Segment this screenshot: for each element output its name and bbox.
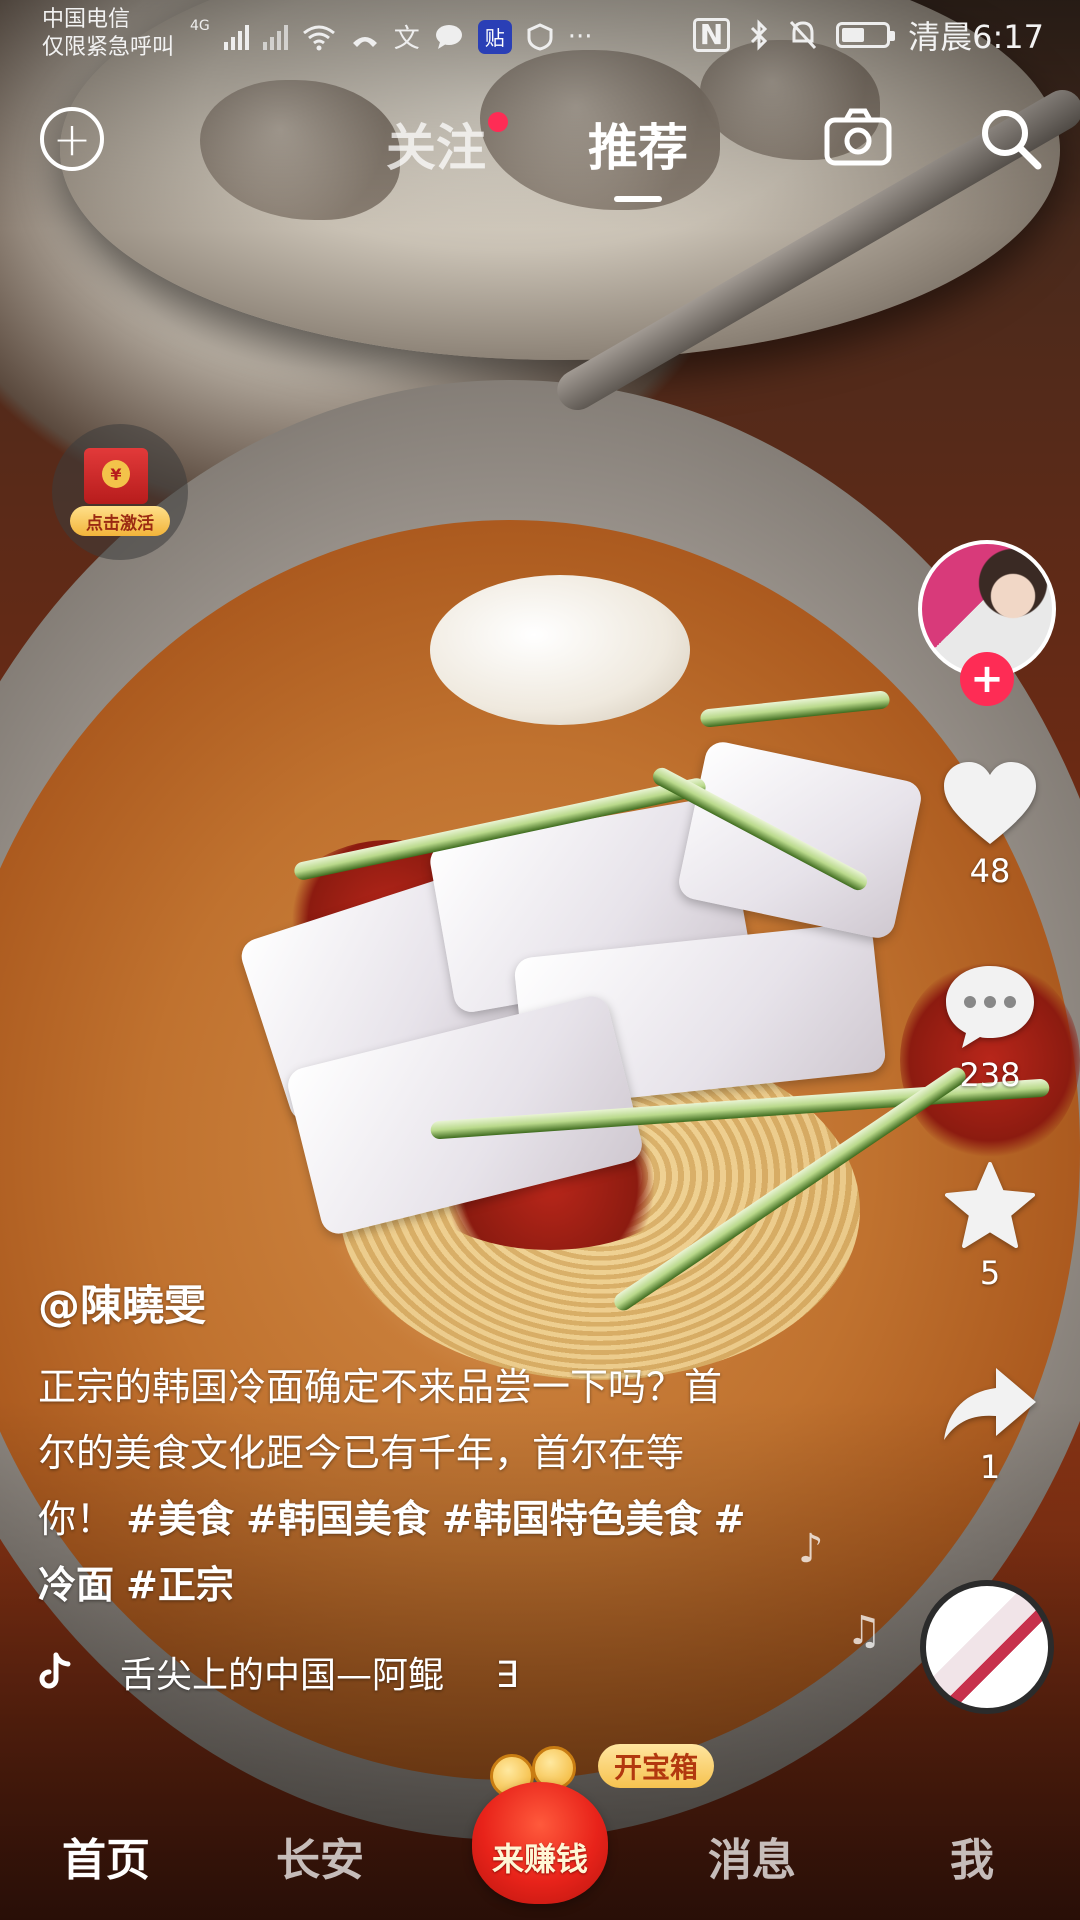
- more-notifications: ···: [567, 21, 593, 52]
- wifi-icon: [302, 25, 335, 50]
- status-icons: 4G 文 贴 ···: [190, 18, 593, 55]
- hashtag[interactable]: #美食: [126, 1497, 234, 1541]
- earn-money-label: 来赚钱: [491, 1840, 588, 1878]
- add-icon[interactable]: +: [40, 107, 104, 171]
- like-count: 48: [969, 852, 1011, 890]
- music-note-icon: ♫: [846, 1608, 882, 1654]
- star-icon: [945, 1162, 1035, 1248]
- hashtag[interactable]: #韩国特色美食: [442, 1497, 702, 1541]
- share-button[interactable]: 1: [930, 1364, 1050, 1486]
- status-right: N 清晨6:17: [692, 12, 1044, 58]
- mute-bell-icon: [790, 20, 817, 50]
- bluetooth-icon: [751, 19, 768, 51]
- coin-icon: ¥: [102, 460, 130, 488]
- tiktok-note-icon: [39, 1652, 71, 1689]
- tab-me[interactable]: 我: [950, 1824, 994, 1888]
- search-icon[interactable]: [978, 106, 1042, 170]
- treasure-chest-badge[interactable]: 开宝箱: [598, 1744, 715, 1788]
- like-button[interactable]: 48: [930, 758, 1050, 890]
- favorite-button[interactable]: 5: [930, 1160, 1050, 1292]
- share-arrow-icon: [944, 1368, 1036, 1440]
- carrier-name: 中国电信: [42, 7, 131, 32]
- missed-call-icon: [352, 36, 377, 47]
- carrier: 中国电信 仅限紧急呼叫: [42, 6, 174, 62]
- egg: [430, 575, 690, 725]
- network-type: 4G: [190, 18, 210, 34]
- hashtag[interactable]: #正宗: [126, 1563, 234, 1607]
- new-content-dot: [488, 112, 508, 132]
- follow-button[interactable]: +: [960, 652, 1014, 706]
- red-envelope-widget[interactable]: ¥ 点击激活: [52, 424, 188, 560]
- comment-icon: [946, 966, 1034, 1048]
- tab-messages[interactable]: 消息: [708, 1824, 796, 1888]
- hashtag[interactable]: #韩国美食: [246, 1497, 430, 1541]
- comment-button[interactable]: 238: [930, 960, 1050, 1094]
- tab-following-label: 关注: [386, 119, 486, 177]
- clock: 清晨6:17: [908, 18, 1044, 56]
- sticker-app-icon: 贴: [477, 19, 512, 54]
- tab-city[interactable]: 长安: [276, 1824, 364, 1888]
- signal-off-icon: [262, 24, 288, 50]
- music-track-name: 舌尖上的中国—阿鲲: [120, 1655, 445, 1696]
- music-track-tail: ∃: [495, 1655, 519, 1696]
- tab-recommended[interactable]: 推荐: [588, 108, 688, 202]
- shield-icon: [527, 22, 553, 51]
- author-name[interactable]: @陳曉雯: [38, 1272, 206, 1333]
- translate-icon: 文: [393, 24, 420, 54]
- music-info[interactable]: 舌尖上的中国—阿鲲 ∃: [38, 1646, 650, 1698]
- red-envelope-icon: ¥: [84, 448, 148, 504]
- comment-count: 238: [959, 1056, 1021, 1094]
- activate-label: 点击激活: [70, 506, 170, 536]
- tab-following[interactable]: 关注: [386, 108, 508, 180]
- status-bar: 中国电信 仅限紧急呼叫 4G 文 贴 ··· N 清晨6:17: [0, 0, 1080, 70]
- share-count: 1: [979, 1448, 1001, 1486]
- favorite-count: 5: [979, 1254, 1001, 1292]
- active-tab-indicator: [614, 196, 662, 202]
- battery-icon: [836, 22, 896, 48]
- video-caption: 正宗的韩国冷面确定不来品尝一下吗？首尔的美食文化距今已有千年，首尔在等你！ #美…: [38, 1354, 758, 1618]
- tab-recommended-label: 推荐: [588, 119, 688, 177]
- camera-icon[interactable]: [824, 108, 892, 166]
- earn-money-button[interactable]: 来赚钱: [470, 1740, 610, 1910]
- music-note-icon: ♪: [798, 1526, 824, 1572]
- tab-home[interactable]: 首页: [62, 1824, 150, 1888]
- top-nav: + 关注 推荐: [0, 100, 1080, 202]
- chat-bubble-icon: [435, 24, 462, 49]
- video-frame[interactable]: [0, 0, 1080, 1920]
- music-title: 舌尖上的中国—阿鲲 ∃: [120, 1646, 650, 1698]
- signal-icon: [223, 24, 249, 50]
- carrier-status: 仅限紧急呼叫: [42, 35, 175, 60]
- heart-icon: [944, 762, 1036, 844]
- music-disc[interactable]: [920, 1580, 1054, 1714]
- nfc-icon: N: [692, 18, 731, 52]
